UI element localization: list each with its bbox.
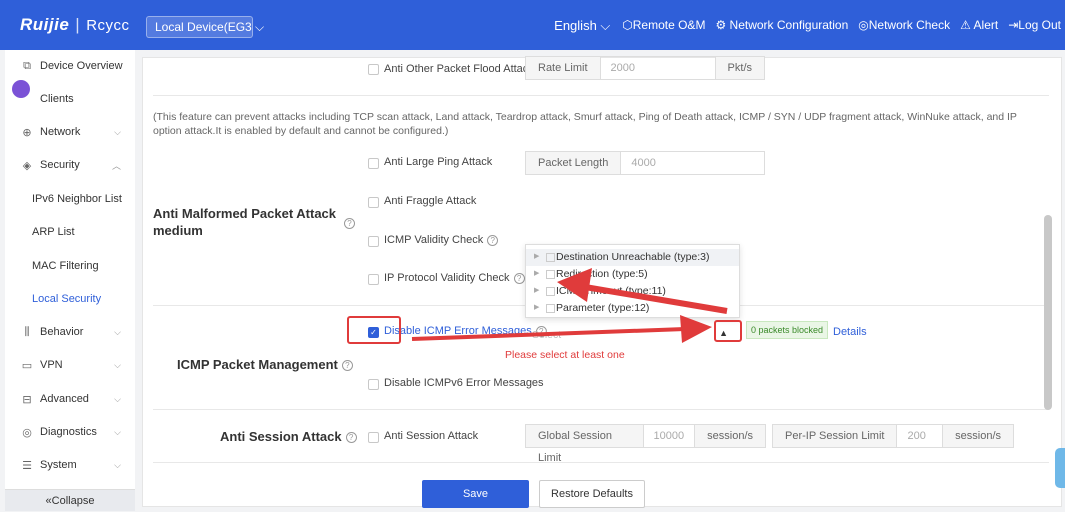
annotation-arrowhead [680, 315, 712, 343]
annotation-arrows [411, 268, 728, 343]
annotation-arrow [411, 327, 686, 341]
annotation-arrow [584, 284, 728, 314]
annotation-arrowhead [557, 268, 592, 302]
